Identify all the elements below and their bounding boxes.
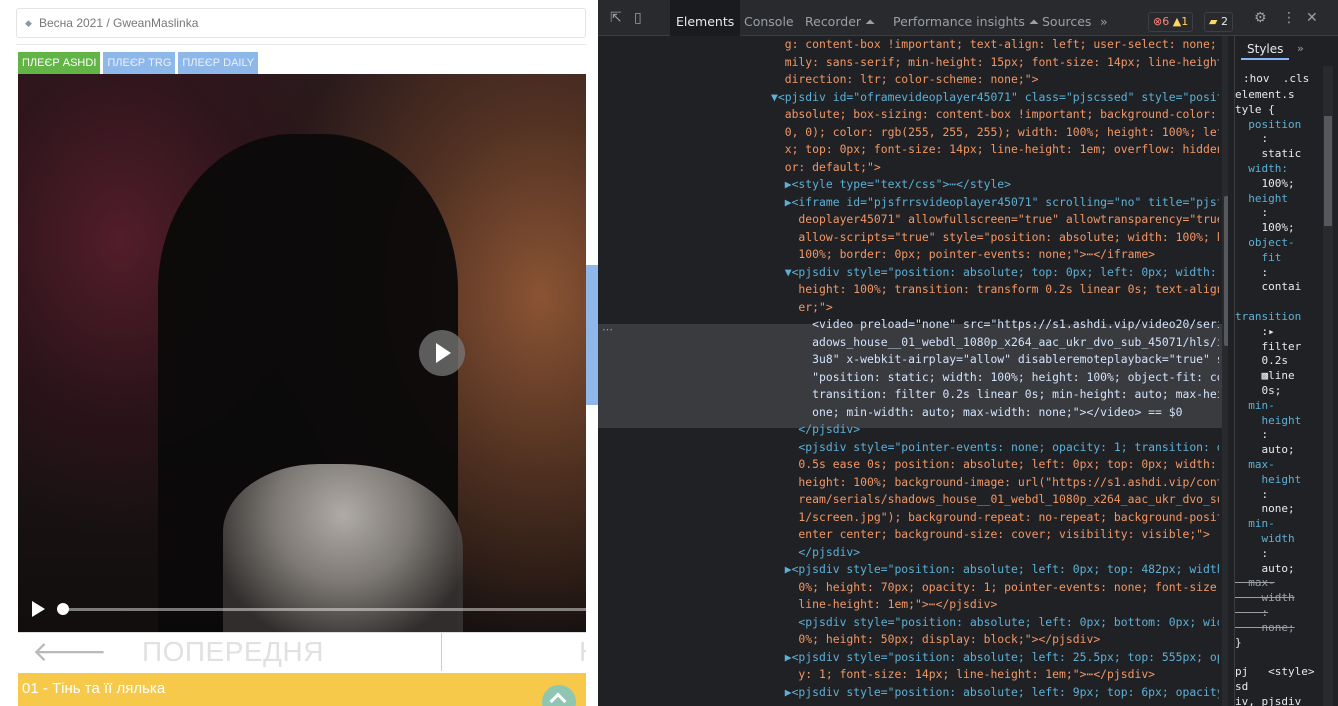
tab-elements[interactable]: Elements (670, 0, 741, 38)
dom-node-line[interactable]: </pjsdiv> (771, 544, 1219, 562)
error-count: 6 (1162, 15, 1170, 28)
tab-player-trg[interactable]: ПЛЕЄР TRG (103, 52, 176, 74)
styles-more-icon[interactable]: » (1297, 42, 1304, 55)
dom-node-line[interactable]: 3u8" x-webkit-airplay="allow" disablerem… (771, 351, 1219, 369)
page-scroll-thumb[interactable] (586, 265, 598, 405)
dom-node-line[interactable]: 0, 0); color: rgb(255, 255, 255); width:… (771, 124, 1219, 142)
progress-knob[interactable] (57, 603, 69, 615)
dom-node-line[interactable]: ream/serials/shadows_house__01_webdl_108… (771, 491, 1219, 509)
prev-label: ПОПЕРЕДНЯ (142, 636, 324, 667)
progress-bar[interactable] (60, 608, 586, 611)
tab-console[interactable]: Console (744, 0, 794, 36)
prev-episode-button[interactable]: 🡐 ПОПЕРЕДНЯ (18, 633, 442, 671)
styles-scrollbar[interactable] (1323, 66, 1333, 706)
tab-styles[interactable]: Styles (1241, 40, 1290, 60)
dom-node-line[interactable]: allow-scripts="true" style="position: ab… (771, 229, 1219, 247)
dom-node-line[interactable]: y: 1; font-size: 14px; line-height: 1em;… (771, 666, 1219, 684)
dom-node-line[interactable]: ▶<iframe id="pjsfrrsvideoplayer45071" sc… (771, 194, 1219, 212)
styles-pane[interactable]: Styles » :hov .cls element.s tyle { posit… (1234, 36, 1338, 706)
dom-node-line[interactable]: ▶<pjsdiv style="position: absolute; left… (771, 649, 1219, 667)
dom-node-line[interactable]: 0%; height: 70px; opacity: 1; pointer-ev… (771, 579, 1219, 597)
dom-node-line[interactable]: <pjsdiv style="position: absolute; left:… (771, 614, 1219, 632)
arrow-left-icon: 🡐 (32, 636, 108, 667)
tab-player-daily[interactable]: ПЛЕЄР DAILY (178, 52, 259, 74)
scroll-top-button[interactable] (542, 685, 576, 706)
error-warning-counter[interactable]: ⊗6 ▲1 (1148, 12, 1194, 32)
tab-recorder[interactable]: Recorder ⏶ (805, 0, 875, 36)
divider (16, 44, 586, 45)
episode-item[interactable]: 01 - Тінь та її лялька (18, 673, 586, 706)
warning-icon: ▲ (1172, 15, 1182, 28)
dom-node-line[interactable]: 1/screen.jpg"); background-repeat: no-re… (771, 509, 1219, 527)
web-page: ◆ Весна 2021 / GweanMaslinka ПЛЕЄР ASHDI… (0, 0, 598, 706)
dom-node-line[interactable]: mily: sans-serif; min-height: 15px; font… (771, 54, 1219, 72)
inspect-icon[interactable]: ⇱ (610, 10, 622, 26)
dom-node-line[interactable]: x; top: 0px; font-size: 14px; line-heigh… (771, 141, 1219, 159)
dom-node-line[interactable]: or: default;"> (771, 159, 1219, 177)
devtools-panel: ⇱ ▯ Elements Console Recorder ⏶ Performa… (598, 0, 1338, 706)
dom-node-line[interactable]: height: 100%; background-image: url("htt… (771, 474, 1219, 492)
dom-node-line[interactable]: g: content-box !important; text-align: l… (771, 36, 1219, 54)
warning-count: 1 (1181, 15, 1189, 28)
video-player[interactable] (18, 74, 586, 632)
issues-counter[interactable]: ▰ 2 (1204, 12, 1233, 32)
dom-node-line[interactable]: ▼<pjsdiv style="position: absolute; top:… (771, 264, 1219, 282)
elements-scrollbar[interactable] (1222, 36, 1228, 706)
episode-nav: 🡐 ПОПЕРЕДНЯ Н (18, 632, 586, 671)
dom-node-line[interactable]: </pjsdiv> (771, 421, 1219, 439)
error-icon: ⊗ (1153, 15, 1163, 28)
breadcrumb-text[interactable]: Весна 2021 / GweanMaslinka (39, 16, 198, 30)
dom-tree[interactable]: g: content-box !important; text-align: l… (771, 36, 1219, 701)
dom-node-line[interactable]: deoplayer45071" allowfullscreen="true" a… (771, 211, 1219, 229)
tab-sources[interactable]: Sources (1042, 0, 1091, 36)
dom-node-line[interactable]: enter center; background-size: cover; vi… (771, 526, 1219, 544)
elements-scroll-thumb[interactable] (1224, 196, 1228, 346)
kebab-menu-icon[interactable]: ⋮ (1282, 10, 1296, 26)
dom-node-line[interactable]: adows_house__01_webdl_1080p_x264_aac_ukr… (771, 334, 1219, 352)
dom-node-line[interactable]: absolute; box-sizing: content-box !impor… (771, 106, 1219, 124)
dom-node-line[interactable]: er;"> (771, 299, 1219, 317)
issues-count: 2 (1220, 15, 1228, 28)
tab-performance-insights[interactable]: Performance insights ⏶ (893, 0, 1039, 36)
hov-cls-toggles[interactable]: :hov .cls (1243, 72, 1309, 85)
dom-node-line[interactable]: "position: static; width: 100%; height: … (771, 369, 1219, 387)
next-label: Н (579, 637, 586, 667)
play-icon (436, 343, 451, 363)
dom-node-line[interactable]: <video preload="none" src="https://s1.as… (771, 316, 1219, 334)
more-tabs-icon[interactable]: » (1100, 0, 1108, 36)
dom-node-line[interactable]: ▶<pjsdiv style="position: absolute; left… (771, 684, 1219, 702)
device-toggle-icon[interactable]: ▯ (634, 10, 642, 26)
tab-player-ashdi[interactable]: ПЛЕЄР ASHDI (18, 52, 101, 74)
dom-node-line[interactable]: ▶<pjsdiv style="position: absolute; left… (771, 561, 1219, 579)
close-icon[interactable]: ✕ (1306, 10, 1318, 26)
player-tabs: ПЛЕЄР ASHDI ПЛЕЄР TRG ПЛЕЄР DAILY (18, 52, 259, 74)
gear-icon[interactable]: ⚙ (1254, 10, 1267, 26)
dom-node-line[interactable]: height: 100%; transition: transform 0.2s… (771, 281, 1219, 299)
next-episode-button[interactable]: Н (443, 633, 586, 671)
play-button[interactable] (419, 330, 465, 376)
dom-node-line[interactable]: 100%; border: 0px; pointer-events: none;… (771, 246, 1219, 264)
dom-node-line[interactable]: transition: filter 0.2s linear 0s; min-h… (771, 386, 1219, 404)
video-collar (223, 464, 463, 632)
dom-node-line[interactable]: line-height: 1em;">⋯</pjsdiv> (771, 596, 1219, 614)
dom-node-line[interactable]: 0%; height: 50px; display: block;"></pjs… (771, 631, 1219, 649)
breadcrumb: ◆ Весна 2021 / GweanMaslinka (16, 8, 586, 38)
tag-icon: ◆ (25, 18, 32, 28)
issues-icon: ▰ (1209, 15, 1218, 28)
episode-title: 01 - Тінь та її лялька (22, 680, 166, 697)
chevron-up-icon (549, 692, 567, 706)
node-actions-icon[interactable]: ⋯ (602, 323, 613, 336)
devtools-toolbar: ⇱ ▯ Elements Console Recorder ⏶ Performa… (598, 0, 1338, 38)
dom-node-line[interactable]: ▶<style type="text/css">⋯</style> (771, 176, 1219, 194)
dom-node-line[interactable]: ▼<pjsdiv id="oframevideoplayer45071" cla… (771, 89, 1219, 107)
dom-node-line[interactable]: 0.5s ease 0s; position: absolute; left: … (771, 456, 1219, 474)
dom-node-line[interactable]: direction: ltr; color-scheme: none;"> (771, 71, 1219, 89)
dom-node-line[interactable]: <pjsdiv style="pointer-events: none; opa… (771, 439, 1219, 457)
dom-node-line[interactable]: one; min-width: auto; max-width: none;">… (771, 404, 1219, 422)
control-play-icon[interactable] (32, 601, 45, 617)
styles-scroll-thumb[interactable] (1324, 116, 1332, 226)
elements-panel[interactable]: ⋯ g: content-box !important; text-align:… (598, 36, 1228, 706)
